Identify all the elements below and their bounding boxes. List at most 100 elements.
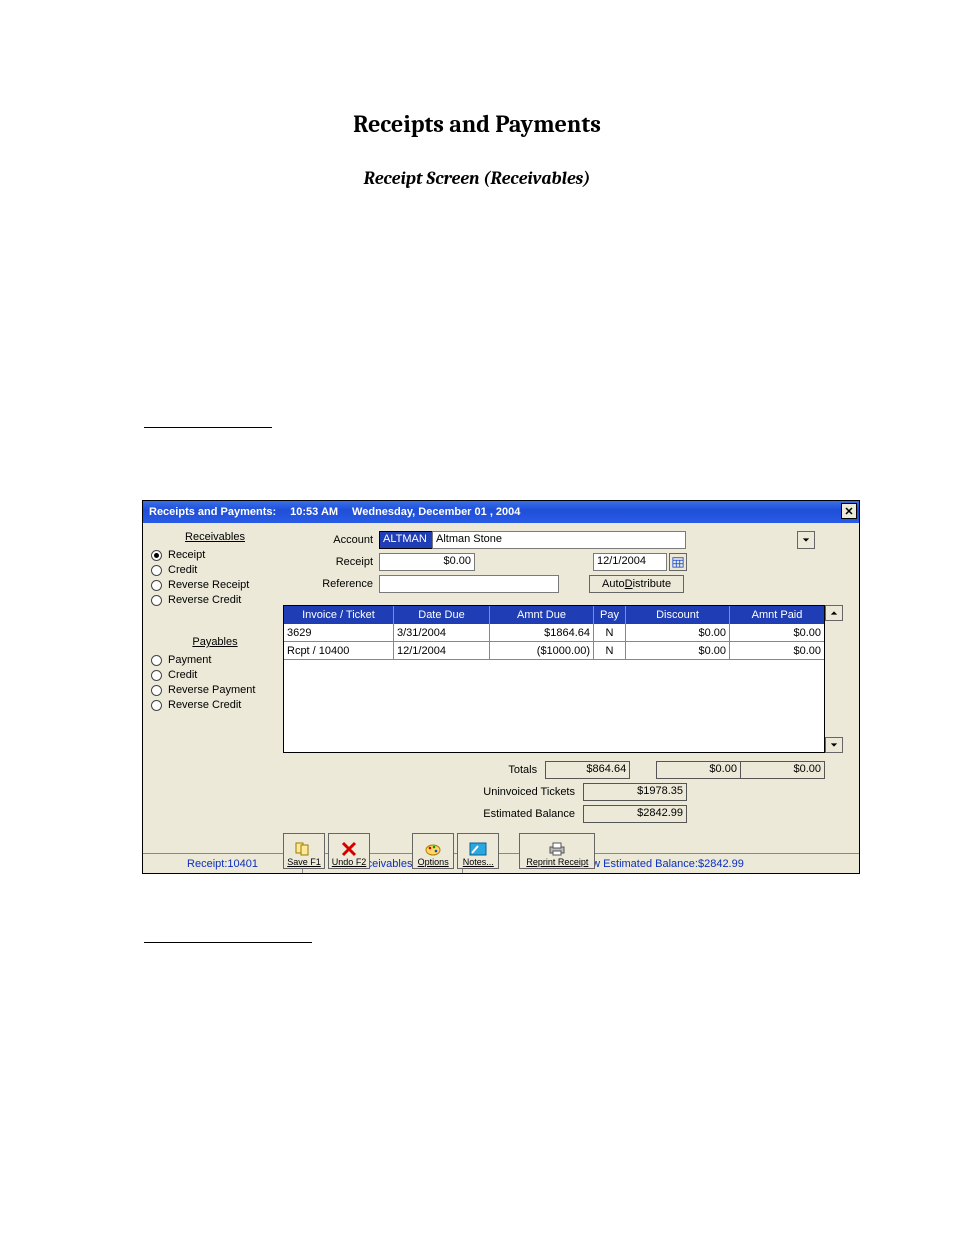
divider-top <box>144 427 272 428</box>
titlebar-time: 10:53 AM <box>290 506 338 518</box>
client-area: Receivables Receipt Credit Reverse Recei… <box>143 523 859 853</box>
grid-row[interactable]: 3629 3/31/2004 $1864.64 N $0.00 $0.00 <box>284 624 824 642</box>
radio-label: Reverse Receipt <box>168 579 249 591</box>
toolbar: Save F1 Undo F2 Options Notes... <box>283 833 845 873</box>
titlebar: Receipts and Payments: 10:53 AM Wednesda… <box>143 501 859 523</box>
radio-icon <box>151 670 162 681</box>
receipt-amount-input[interactable]: $0.00 <box>379 553 475 571</box>
scroll-up-button[interactable] <box>825 605 843 621</box>
col-discount[interactable]: Discount <box>626 606 730 624</box>
radio-label: Reverse Payment <box>168 684 255 696</box>
radio-credit-pay[interactable]: Credit <box>151 669 279 681</box>
auto-distribute-button[interactable]: Auto Distribute <box>589 575 684 593</box>
cell-discount: $0.00 <box>626 642 730 660</box>
radio-icon <box>151 685 162 696</box>
totals-due-value: $864.64 <box>545 761 630 779</box>
btn-text: Auto <box>602 578 625 590</box>
radio-label: Credit <box>168 669 197 681</box>
close-button[interactable]: ✕ <box>841 503 857 519</box>
totals-paid-value: $0.00 <box>740 761 825 779</box>
payables-header: Payables <box>151 636 279 648</box>
grid-scrollbar[interactable] <box>825 605 843 753</box>
radio-label: Reverse Credit <box>168 594 241 606</box>
btn-label: Reprint Receipt <box>526 858 588 867</box>
app-window: Receipts and Payments: 10:53 AM Wednesda… <box>142 500 860 874</box>
estimated-balance-value: $2842.99 <box>583 805 687 823</box>
scroll-down-button[interactable] <box>825 737 843 753</box>
cell-amnt-due: ($1000.00) <box>490 642 594 660</box>
receipt-date-input[interactable]: 12/1/2004 <box>593 553 667 571</box>
save-button[interactable]: Save F1 <box>283 833 325 869</box>
account-name-input[interactable]: Altman Stone <box>432 531 686 549</box>
cell-invoice: Rcpt / 10400 <box>284 642 394 660</box>
radio-label: Payment <box>168 654 211 666</box>
calendar-button[interactable] <box>669 553 687 571</box>
reprint-receipt-button[interactable]: Reprint Receipt <box>519 833 595 869</box>
cell-date-due: 12/1/2004 <box>394 642 490 660</box>
page-title: Receipts and Payments <box>0 110 954 138</box>
notes-button[interactable]: Notes... <box>457 833 499 869</box>
undo-icon <box>341 840 357 858</box>
chevron-down-icon <box>830 741 838 749</box>
palette-icon <box>424 840 442 858</box>
notes-icon <box>469 840 487 858</box>
col-date-due[interactable]: Date Due <box>394 606 490 624</box>
account-dropdown-button[interactable] <box>797 531 815 549</box>
radio-credit-rcv[interactable]: Credit <box>151 564 279 576</box>
radio-payment[interactable]: Payment <box>151 654 279 666</box>
top-form: Account ALTMAN Altman Stone Receipt $0.0… <box>283 529 845 595</box>
totals-label: Totals <box>383 764 545 776</box>
cell-pay: N <box>594 624 626 642</box>
radio-icon <box>151 595 162 606</box>
grid-row[interactable]: Rcpt / 10400 12/1/2004 ($1000.00) N $0.0… <box>284 642 824 660</box>
radio-label: Credit <box>168 564 197 576</box>
options-button[interactable]: Options <box>412 833 454 869</box>
radio-icon <box>151 580 162 591</box>
reference-label: Reference <box>283 578 379 590</box>
radio-reverse-credit-rcv[interactable]: Reverse Credit <box>151 594 279 606</box>
radio-label: Reverse Credit <box>168 699 241 711</box>
cell-invoice: 3629 <box>284 624 394 642</box>
radio-icon <box>151 550 162 561</box>
receipt-label: Receipt <box>283 556 379 568</box>
account-label: Account <box>283 534 379 546</box>
scroll-track[interactable] <box>825 621 843 737</box>
uninvoiced-value: $1978.35 <box>583 783 687 801</box>
grid-header: Invoice / Ticket Date Due Amnt Due Pay D… <box>284 606 824 624</box>
col-invoice[interactable]: Invoice / Ticket <box>284 606 394 624</box>
account-code-input[interactable]: ALTMAN <box>379 531 433 549</box>
btn-label: Save F1 <box>287 858 321 867</box>
radio-reverse-payment[interactable]: Reverse Payment <box>151 684 279 696</box>
titlebar-app: Receipts and Payments: <box>149 506 276 518</box>
invoices-grid[interactable]: Invoice / Ticket Date Due Amnt Due Pay D… <box>283 605 825 753</box>
radio-receipt[interactable]: Receipt <box>151 549 279 561</box>
printer-icon <box>547 840 567 858</box>
cell-pay: N <box>594 642 626 660</box>
btn-label: Notes... <box>463 858 494 867</box>
col-pay[interactable]: Pay <box>594 606 626 624</box>
chevron-up-icon <box>830 609 838 617</box>
receivables-header: Receivables <box>151 531 279 543</box>
col-amnt-due[interactable]: Amnt Due <box>490 606 594 624</box>
cell-date-due: 3/31/2004 <box>394 624 490 642</box>
status-receipt-prefix: Receipt: <box>187 858 227 870</box>
cell-amnt-due: $1864.64 <box>490 624 594 642</box>
radio-reverse-receipt[interactable]: Reverse Receipt <box>151 579 279 591</box>
reference-input[interactable] <box>379 575 559 593</box>
radio-icon <box>151 655 162 666</box>
save-icon <box>295 840 313 858</box>
page-subtitle: Receipt Screen (Receivables) <box>0 168 954 189</box>
btn-label: Undo F2 <box>332 858 367 867</box>
divider-bottom <box>144 942 312 943</box>
status-receipt: Receipt: 10401 <box>143 854 303 873</box>
status-receipt-number: 10401 <box>227 858 258 870</box>
undo-button[interactable]: Undo F2 <box>328 833 370 869</box>
cell-amnt-paid: $0.00 <box>730 624 824 642</box>
btn-label: Options <box>418 858 449 867</box>
totals-discount-value: $0.00 <box>656 761 741 779</box>
calendar-icon <box>672 556 684 568</box>
col-amnt-paid[interactable]: Amnt Paid <box>730 606 824 624</box>
uninvoiced-label: Uninvoiced Tickets <box>383 786 583 798</box>
radio-icon <box>151 565 162 576</box>
radio-reverse-credit-pay[interactable]: Reverse Credit <box>151 699 279 711</box>
